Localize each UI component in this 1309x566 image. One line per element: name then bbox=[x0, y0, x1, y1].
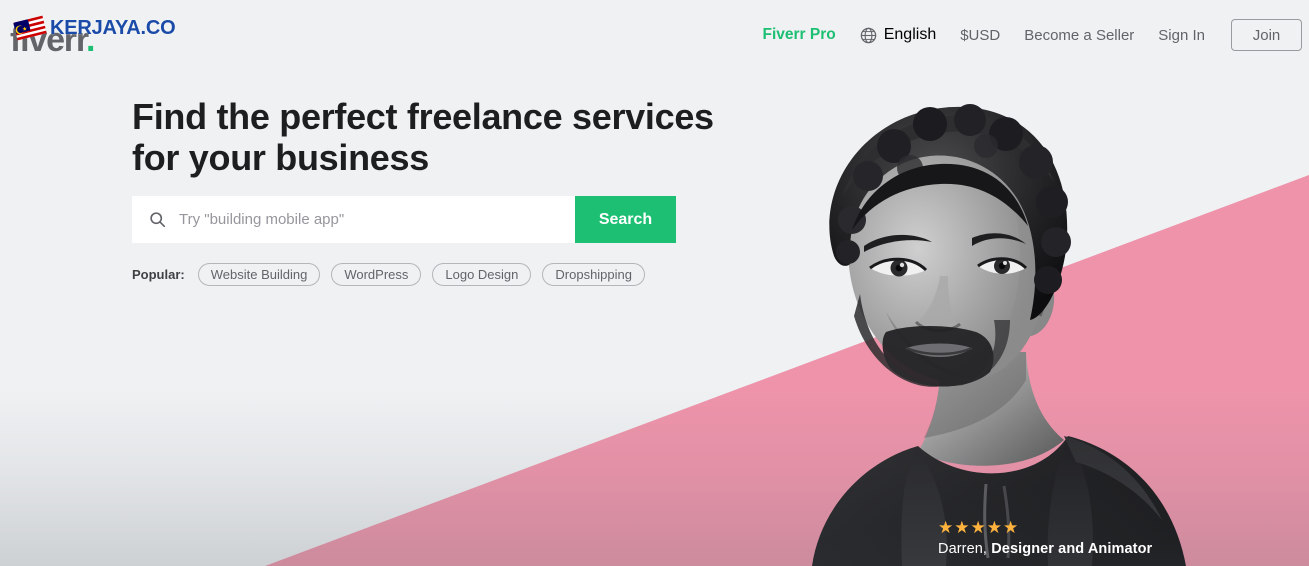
popular-tag-logo-design[interactable]: Logo Design bbox=[432, 263, 532, 286]
nav-become-a-seller[interactable]: Become a Seller bbox=[1012, 27, 1146, 44]
search-button[interactable]: Search bbox=[575, 196, 676, 243]
search-bar: Search bbox=[132, 196, 676, 243]
nav-language-label: English bbox=[883, 26, 937, 43]
hero-portrait-photo bbox=[790, 80, 1190, 566]
popular-tag-wordpress[interactable]: WordPress bbox=[331, 263, 422, 286]
globe-icon bbox=[860, 27, 877, 43]
popular-tags-row: Popular: Website Building WordPress Logo… bbox=[132, 263, 656, 286]
headline-line-1: Find the perfect freelance services bbox=[132, 96, 714, 137]
page-title: Find the perfect freelance services for … bbox=[132, 96, 714, 178]
testimonial-caption: Darren, Designer and Animator bbox=[938, 541, 1152, 557]
hero-text-block: Find the perfect freelance services for … bbox=[132, 96, 714, 178]
malaysia-flag-icon bbox=[13, 15, 47, 41]
nav-language-selector[interactable]: English bbox=[848, 26, 948, 44]
search-input-wrapper[interactable] bbox=[132, 196, 575, 243]
join-button[interactable]: Join bbox=[1231, 19, 1302, 51]
nav-currency-selector[interactable]: $USD bbox=[948, 27, 1012, 44]
search-input[interactable] bbox=[179, 197, 575, 242]
testimonial-role: Designer and Animator bbox=[991, 541, 1153, 557]
watermark-text: KERJAYA.CO bbox=[50, 16, 176, 39]
popular-label: Popular: bbox=[132, 267, 185, 282]
logo-area[interactable]: fiverr. KERJAYA.CO bbox=[8, 9, 208, 59]
headline-line-2: for your business bbox=[132, 137, 429, 178]
search-icon bbox=[150, 212, 166, 228]
hero-testimonial: ★★★★★ Darren, Designer and Animator bbox=[938, 518, 1152, 557]
nav-sign-in[interactable]: Sign In bbox=[1146, 27, 1217, 44]
testimonial-name: Darren, bbox=[938, 541, 988, 557]
kerjaya-watermark: KERJAYA.CO bbox=[12, 15, 176, 41]
popular-tag-dropshipping[interactable]: Dropshipping bbox=[542, 263, 645, 286]
fiverr-homepage-hero: ★★★★★ Darren, Designer and Animator five… bbox=[0, 0, 1309, 566]
site-header: fiverr. KERJAYA.CO Fiverr Pro English $U… bbox=[0, 0, 1309, 70]
nav-fiverr-pro[interactable]: Fiverr Pro bbox=[751, 26, 848, 44]
main-navigation: Fiverr Pro English $USD Become a Seller … bbox=[751, 0, 1302, 70]
rating-stars: ★★★★★ bbox=[938, 518, 1020, 537]
popular-tag-website-building[interactable]: Website Building bbox=[197, 263, 321, 286]
